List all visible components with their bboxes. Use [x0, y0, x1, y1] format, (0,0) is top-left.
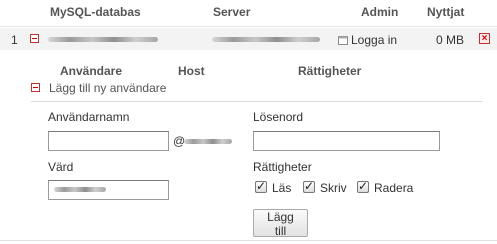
section-divider: [31, 101, 483, 102]
col-header-user: Användare: [60, 64, 123, 78]
database-name-redacted: [48, 37, 158, 42]
bottom-divider: [0, 240, 497, 241]
used-value: 0 MB: [436, 33, 465, 47]
host-label: Värd: [48, 160, 74, 174]
header-divider: [0, 26, 497, 27]
row-index: 1: [11, 33, 18, 47]
col-header-used: Nyttjat: [427, 5, 465, 19]
delete-label: Radera: [374, 181, 414, 195]
col-header-server: Server: [213, 5, 251, 19]
col-header-database: MySQL-databas: [50, 5, 141, 19]
rights-label: Rättigheter: [253, 160, 312, 174]
read-checkbox[interactable]: [255, 179, 267, 193]
login-link[interactable]: Logga in: [338, 33, 397, 47]
write-label: Skriv: [320, 181, 347, 195]
password-input[interactable]: [253, 131, 440, 151]
add-user-submit-button[interactable]: Lägg till: [253, 209, 308, 238]
read-label: Läs: [272, 181, 292, 195]
write-checkbox[interactable]: [303, 179, 315, 193]
col-header-admin: Admin: [361, 5, 399, 19]
domain-redacted: [184, 139, 232, 144]
col-header-host: Host: [178, 64, 205, 78]
col-header-rights: Rättigheter: [298, 64, 362, 78]
password-label: Lösenord: [253, 110, 304, 124]
username-input[interactable]: [48, 131, 169, 151]
delete-icon[interactable]: ×: [479, 33, 490, 44]
window-icon: [338, 35, 348, 45]
delete-checkbox[interactable]: [357, 179, 369, 193]
add-user-toggle[interactable]: Lägg till ny användare: [49, 81, 166, 95]
server-name-redacted: [212, 37, 320, 42]
collapse-add-user-icon[interactable]: [31, 83, 40, 92]
collapse-icon[interactable]: [30, 34, 39, 43]
login-label: Logga in: [351, 33, 398, 47]
host-value-redacted: [54, 187, 106, 192]
username-label: Användarnamn: [48, 110, 130, 124]
host-field-wrapper: [48, 180, 169, 200]
